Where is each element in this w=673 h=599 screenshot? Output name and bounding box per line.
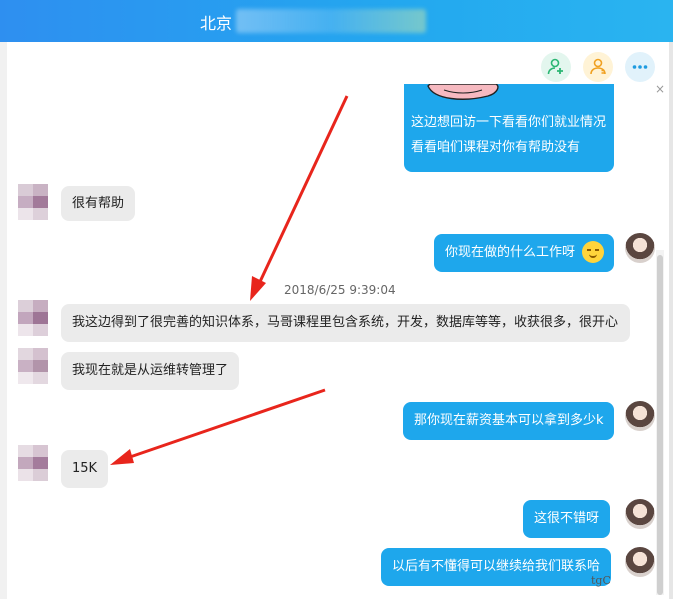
- watermark-text: tgC: [591, 574, 611, 587]
- annotation-arrow: [256, 95, 349, 287]
- annotation-arrow: [129, 388, 326, 459]
- annotation-arrows: [110, 95, 349, 465]
- annotation-arrowhead: [110, 449, 134, 465]
- annotation-arrowhead: [250, 276, 266, 301]
